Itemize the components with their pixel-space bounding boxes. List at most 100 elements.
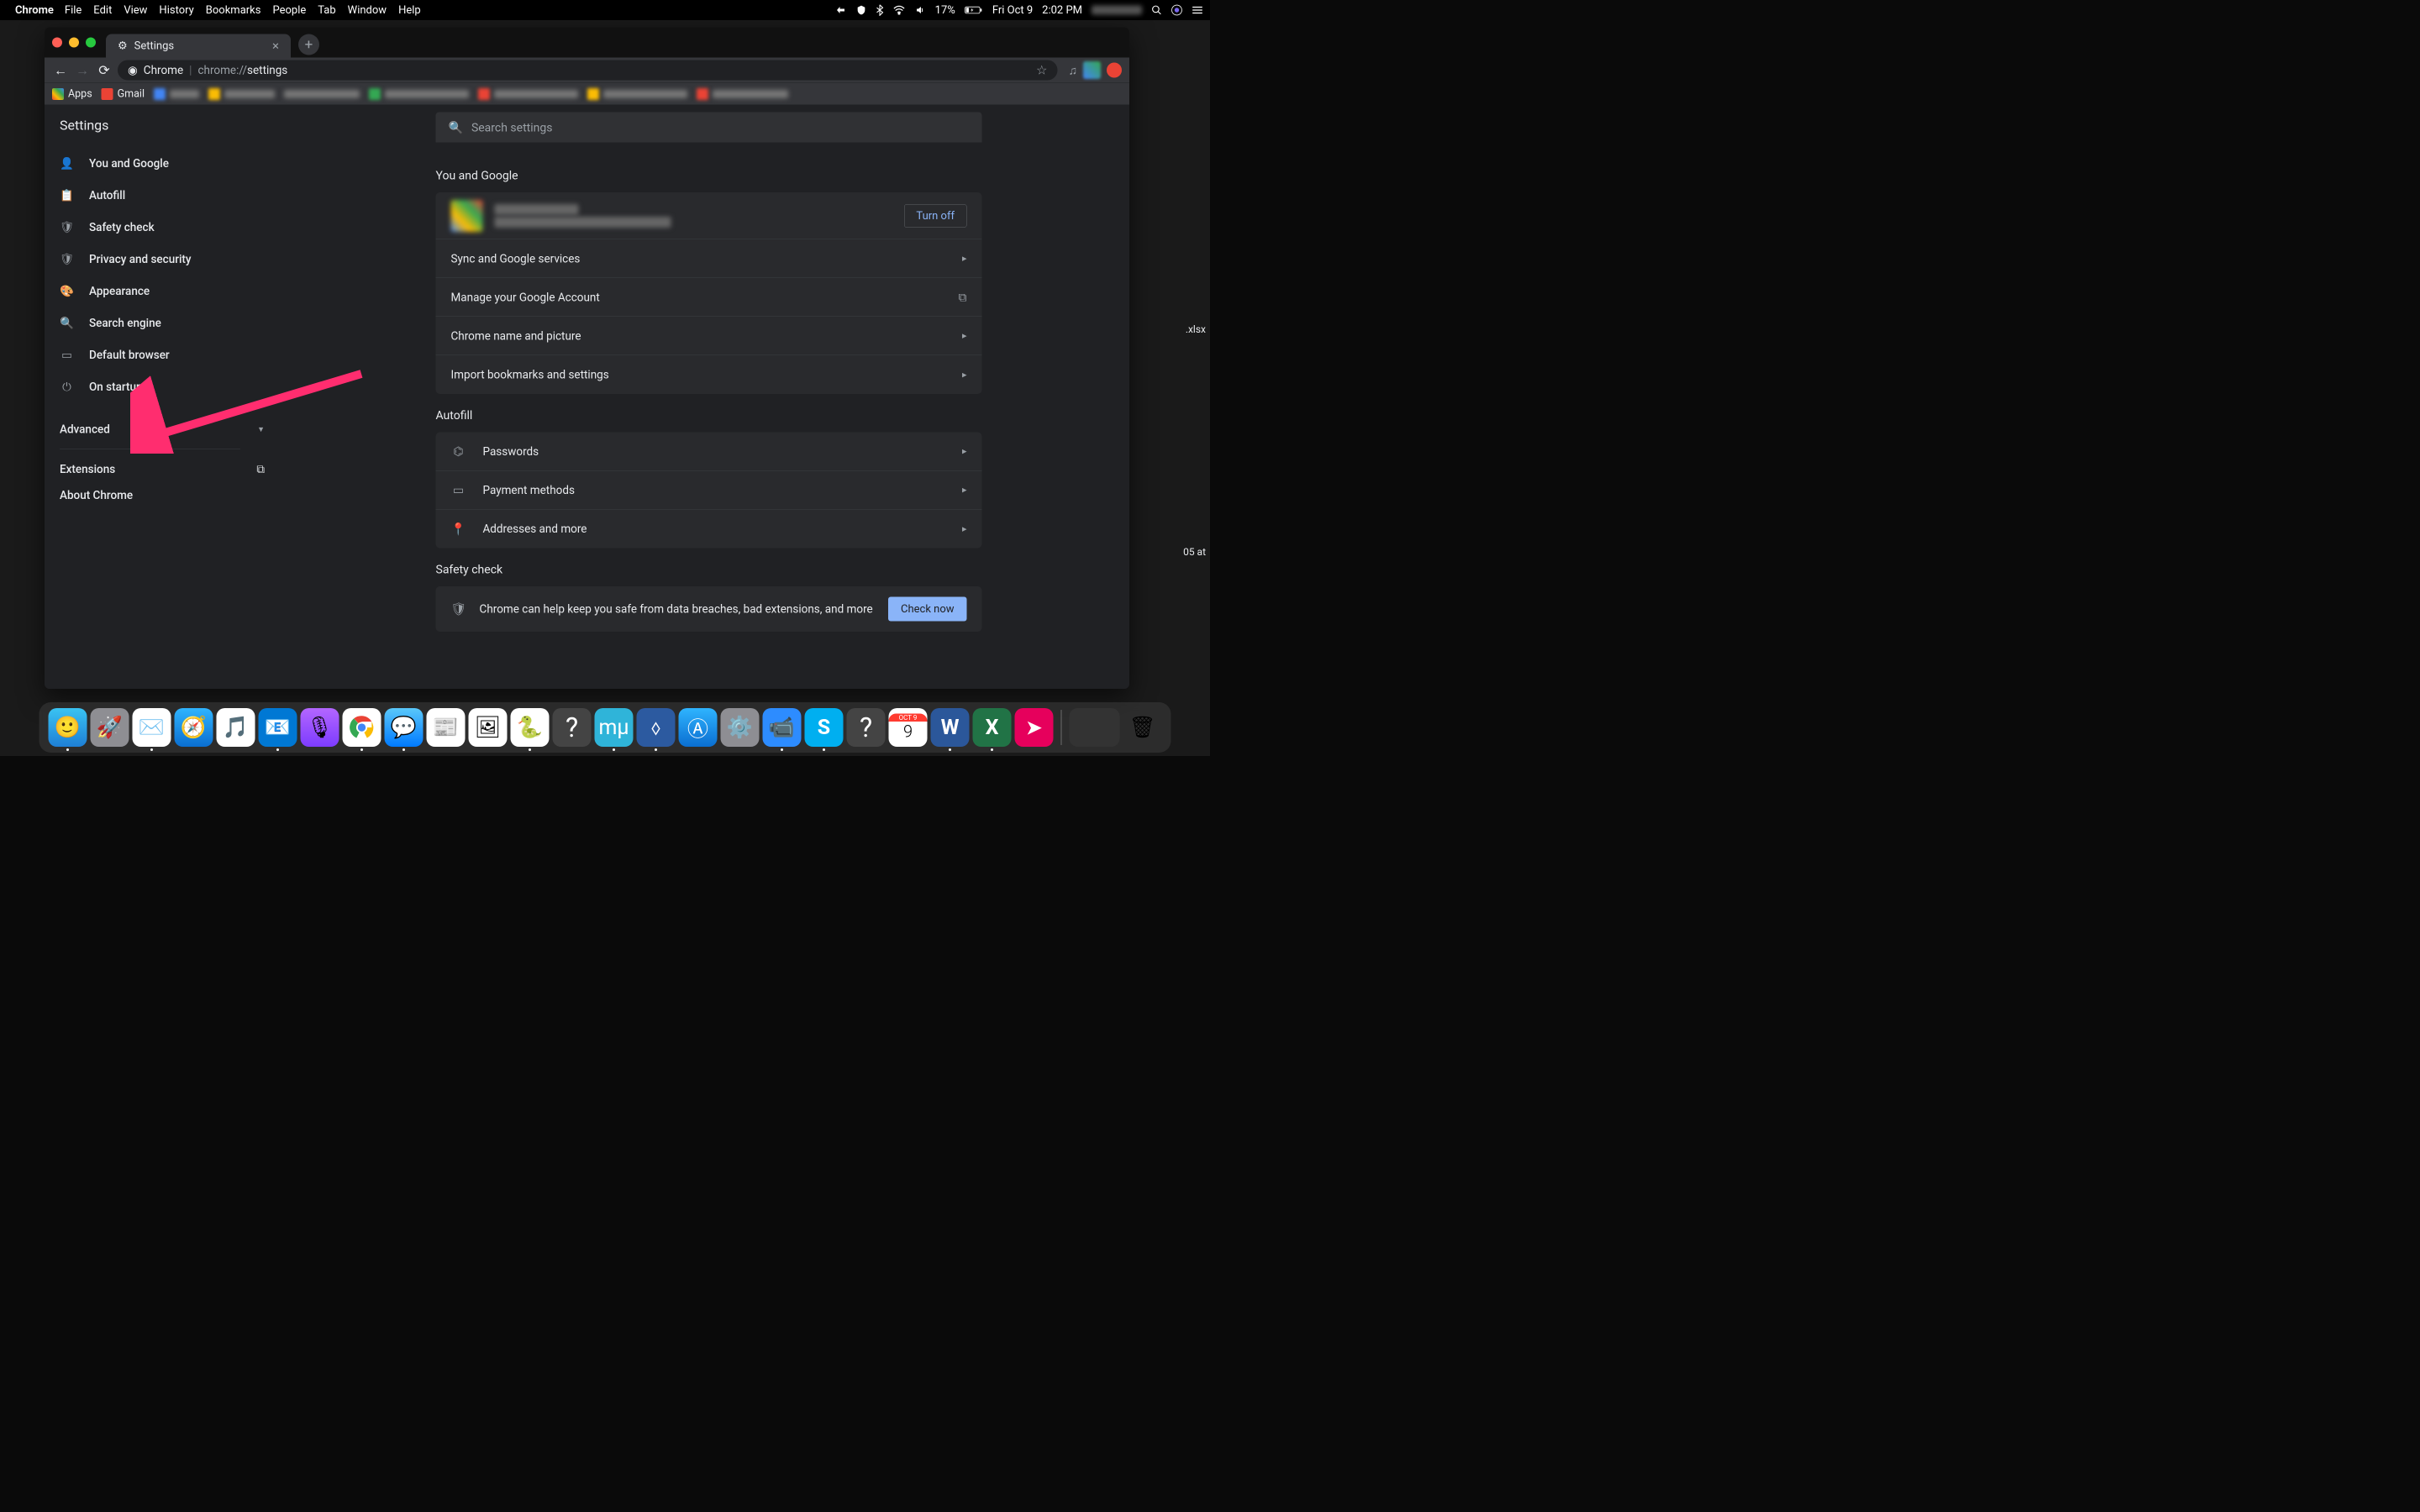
volume-icon[interactable] bbox=[915, 5, 926, 15]
dock-help[interactable]: ? bbox=[553, 708, 592, 747]
row-addresses[interactable]: 📍Addresses and more▸ bbox=[436, 510, 982, 549]
new-tab-button[interactable]: + bbox=[298, 34, 319, 55]
sidebar-item-you-and-google[interactable]: 👤You and Google bbox=[45, 148, 288, 180]
bookmark-gmail[interactable]: Gmail bbox=[102, 88, 145, 101]
dock-news[interactable]: 📰 bbox=[427, 708, 466, 747]
omnibox[interactable]: ◉ Chrome | chrome://settings ☆ bbox=[118, 60, 1058, 81]
row-sync-services[interactable]: Sync and Google services▸ bbox=[436, 239, 982, 278]
row-import-bookmarks[interactable]: Import bookmarks and settings▸ bbox=[436, 355, 982, 394]
dock-vscode[interactable]: ⬨ bbox=[637, 708, 676, 747]
menu-help[interactable]: Help bbox=[398, 4, 421, 17]
bookmark-blurred-3[interactable] bbox=[284, 90, 360, 98]
menubar-app-name[interactable]: Chrome bbox=[15, 4, 54, 17]
desktop-file-1[interactable]: .xlsx bbox=[1186, 323, 1206, 335]
dock-preview[interactable]: 🖼 bbox=[469, 708, 508, 747]
dock-messages[interactable]: 💬 bbox=[385, 708, 424, 747]
menu-view[interactable]: View bbox=[124, 4, 147, 17]
dock-music[interactable]: 🎵 bbox=[217, 708, 255, 747]
bookmark-blurred-6[interactable] bbox=[587, 88, 687, 100]
spotlight-icon[interactable] bbox=[1151, 5, 1162, 16]
forward-button[interactable]: → bbox=[74, 62, 91, 79]
settings-surface: Settings 👤You and Google 📋Autofill 🛡Safe… bbox=[45, 105, 1129, 690]
browser-tab-settings[interactable]: ⚙ Settings × bbox=[106, 34, 291, 58]
profile-avatar-button[interactable] bbox=[1083, 61, 1101, 79]
site-info-icon[interactable]: ◉ bbox=[128, 64, 138, 77]
extension-icon[interactable] bbox=[1107, 63, 1122, 78]
dock-skype[interactable]: S bbox=[805, 708, 844, 747]
dock-musescore[interactable]: mµ bbox=[595, 708, 634, 747]
menu-edit[interactable]: Edit bbox=[93, 4, 112, 17]
dock-word[interactable]: W bbox=[931, 708, 970, 747]
minimize-window-button[interactable] bbox=[69, 38, 79, 48]
sidebar-item-autofill[interactable]: 📋Autofill bbox=[45, 180, 288, 212]
bookmark-star-icon[interactable]: ☆ bbox=[1036, 63, 1047, 78]
status-icon-malware[interactable] bbox=[856, 5, 867, 16]
profile-email-blurred bbox=[495, 217, 671, 228]
sidebar-item-search-engine[interactable]: 🔍Search engine bbox=[45, 307, 288, 339]
control-center-icon[interactable] bbox=[1192, 6, 1203, 15]
sidebar-item-default-browser[interactable]: ▭Default browser bbox=[45, 339, 288, 371]
sidebar-item-on-startup[interactable]: ⏻On startup bbox=[45, 371, 288, 403]
dock-appstore[interactable]: Ⓐ bbox=[679, 708, 718, 747]
dock-zoom[interactable]: 📹 bbox=[763, 708, 802, 747]
menu-tab[interactable]: Tab bbox=[318, 4, 335, 17]
row-payment-methods[interactable]: ▭Payment methods▸ bbox=[436, 471, 982, 510]
dock-outlook[interactable]: 📧 bbox=[259, 708, 297, 747]
battery-percent: 17% bbox=[935, 4, 955, 17]
menu-people[interactable]: People bbox=[272, 4, 306, 17]
dock-trash[interactable]: 🗑 bbox=[1123, 708, 1162, 747]
siri-icon[interactable] bbox=[1171, 5, 1182, 16]
bookmark-blurred-1[interactable] bbox=[154, 88, 199, 100]
wifi-icon[interactable] bbox=[893, 6, 906, 15]
menu-window[interactable]: Window bbox=[348, 4, 387, 17]
menubar-date[interactable]: Fri Oct 9 bbox=[992, 4, 1033, 17]
dock-excel[interactable]: X bbox=[973, 708, 1012, 747]
bookmark-blurred-2[interactable] bbox=[208, 88, 275, 100]
battery-icon[interactable] bbox=[965, 6, 983, 15]
bookmark-blurred-4[interactable] bbox=[369, 88, 469, 100]
check-now-button[interactable]: Check now bbox=[888, 597, 967, 622]
dock-mail[interactable]: ✉️ bbox=[133, 708, 171, 747]
back-button[interactable]: ← bbox=[52, 62, 69, 79]
sidebar-item-safety-check[interactable]: 🛡Safety check bbox=[45, 212, 288, 244]
bookmark-blurred-7[interactable] bbox=[697, 88, 788, 100]
sidebar-advanced-toggle[interactable]: Advanced ▼ bbox=[45, 417, 288, 443]
dock-chrome[interactable] bbox=[343, 708, 381, 747]
card-you-google: Turn off Sync and Google services▸ Manag… bbox=[436, 192, 982, 394]
desktop-file-2[interactable]: 05 at bbox=[1183, 546, 1206, 558]
dock-launchpad[interactable]: 🚀 bbox=[91, 708, 129, 747]
fullscreen-window-button[interactable] bbox=[86, 38, 96, 48]
row-chrome-name-picture[interactable]: Chrome name and picture▸ bbox=[436, 317, 982, 355]
close-window-button[interactable] bbox=[52, 38, 62, 48]
dock-calendar[interactable]: OCT 99 bbox=[889, 708, 928, 747]
dock-recent-doc[interactable] bbox=[1070, 708, 1120, 747]
media-control-icon[interactable]: ♫ bbox=[1069, 63, 1078, 77]
dock-clipboard-app[interactable]: ➤ bbox=[1015, 708, 1054, 747]
dock-help2[interactable]: ? bbox=[847, 708, 886, 747]
row-passwords[interactable]: ⌬Passwords▸ bbox=[436, 433, 982, 471]
sidebar-item-privacy-security[interactable]: 🛡Privacy and security bbox=[45, 244, 288, 276]
dock-finder[interactable]: 🙂 bbox=[49, 708, 87, 747]
dock-sysprefs[interactable]: ⚙️ bbox=[721, 708, 760, 747]
menu-bookmarks[interactable]: Bookmarks bbox=[206, 4, 261, 17]
row-manage-google-account[interactable]: Manage your Google Account⧉ bbox=[436, 278, 982, 317]
bookmark-blurred-5[interactable] bbox=[478, 88, 578, 100]
sidebar-item-extensions[interactable]: Extensions ⧉ bbox=[45, 456, 288, 482]
close-tab-icon[interactable]: × bbox=[272, 39, 279, 54]
menubar-time[interactable]: 2:02 PM bbox=[1042, 4, 1082, 17]
settings-search-input[interactable] bbox=[471, 120, 970, 134]
dock-python[interactable]: 🐍 bbox=[511, 708, 550, 747]
sidebar-item-appearance[interactable]: 🎨Appearance bbox=[45, 276, 288, 307]
status-icon-1[interactable] bbox=[835, 5, 847, 15]
menu-file[interactable]: File bbox=[65, 4, 82, 17]
dock-safari[interactable]: 🧭 bbox=[175, 708, 213, 747]
tab-title: Settings bbox=[134, 39, 174, 52]
bluetooth-icon[interactable] bbox=[876, 4, 884, 16]
sidebar-item-about-chrome[interactable]: About Chrome bbox=[45, 482, 288, 508]
dock-podcasts[interactable]: 🎙 bbox=[301, 708, 339, 747]
reload-button[interactable]: ⟳ bbox=[96, 62, 113, 79]
turn-off-sync-button[interactable]: Turn off bbox=[904, 204, 967, 228]
settings-search-box[interactable]: 🔍 bbox=[436, 113, 982, 143]
menu-history[interactable]: History bbox=[159, 4, 193, 17]
bookmark-apps[interactable]: Apps bbox=[52, 88, 92, 101]
